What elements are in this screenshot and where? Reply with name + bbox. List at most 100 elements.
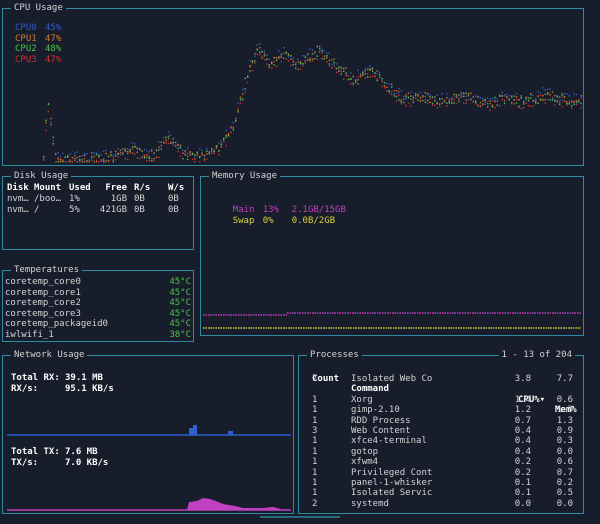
cpu-graph-dot [158,146,160,148]
cpu-graph-dot [201,154,203,156]
cpu-graph-dot [381,80,383,82]
process-command: Privileged Cont [351,467,433,478]
cpu-graph-dot [439,105,441,108]
process-row[interactable] [303,384,579,394]
cpu-graph-dot [43,159,45,161]
disk-cell: nvm… [7,194,29,204]
process-row[interactable]: 1 RDD Process 0.7 1.3 [303,416,579,426]
cpu-graph-dot [563,97,566,99]
process-row[interactable]: 1 Xorg 1.4 0.6 [303,395,579,405]
cpu-graph-dot [549,88,551,90]
cpu-graph-dot [143,155,146,158]
disk-cell: 0B [168,205,179,215]
cpu-graph-dot [319,51,321,54]
cpu-graph-dot [295,64,297,66]
cpu-graph-dot [398,91,400,93]
cpu-graph-dot [69,153,71,155]
cpu-graph-dot [508,98,510,100]
cpu-graph-dot [379,71,381,74]
cpu-graph-dot [403,98,405,100]
process-mem: 0.2 [556,478,573,488]
disk-header-row: Disk Mount Used Free R/s W/s [5,183,191,194]
cpu-graph-dot [131,148,134,150]
cpu-graph-dot [52,136,54,138]
process-row[interactable]: 1 panel-1-whisker 0.1 0.2 [303,478,579,488]
process-row[interactable]: 3 Web Content 0.4 0.9 [303,426,579,436]
cpu-graph-dot [530,105,532,107]
cpu-graph-dot [201,152,203,154]
cpu-graph-dot [398,94,400,96]
cpu-graph-dot [103,158,105,160]
cpu-graph-dot [415,93,417,95]
cpu-graph-dot [458,98,460,101]
cpu-graph-dot [280,60,282,63]
process-row[interactable]: 1 gotop 0.4 0.0 [303,447,579,457]
cpu-graph-dot [537,102,539,104]
cpu-graph-dot [88,161,90,163]
cpu-graph-dot [345,72,347,74]
cpu-graph-dot [304,56,306,58]
cpu-graph-dot [501,95,503,97]
cpu-graph-dot [335,67,338,70]
cpu-graph-dot [194,158,196,160]
cpu-graph-dot [424,92,426,94]
cpu-graph-dot [311,53,314,55]
cpu-graph-dot [184,154,186,156]
cpu-graph-dot [554,100,556,102]
cpu-graph-dot [263,53,266,55]
cpu-graph-dot [489,103,491,105]
cpu-graph-dot [127,147,129,150]
process-row[interactable]: 1 Privileged Cont 0.2 0.7 [303,468,579,478]
cpu-graph-dot [352,75,354,78]
process-row[interactable]: 1 gimp-2.10 1.2 1.3 [303,405,579,415]
cpu-graph-dot [88,159,90,161]
cpu-graph-dot [74,155,76,157]
cpu-graph-dot [515,98,518,101]
cpu-graph-dot [232,129,234,131]
temperature-value: 45°C [169,277,191,287]
cpu-graph-dot [93,161,95,163]
cpu-graph-dot [158,141,160,143]
process-row[interactable]: 1 Isolated Servic 0.1 0.5 [303,488,579,498]
cpu-graph-dot [256,49,258,51]
process-row[interactable]: 1 xfwm4 0.2 0.6 [303,457,579,467]
cpu-graph-dot [115,150,117,153]
cpu-graph-dot [220,140,222,142]
process-cpu: 0.2 [514,467,531,478]
cpu-graph-dot [309,58,311,61]
cpu-graph-dot [412,95,414,97]
cpu-graph-dot [446,97,448,99]
cpu-graph-dot [451,102,453,104]
cpu-graph-dot [57,152,59,154]
cpu-graph-dot [532,99,534,102]
cpu-graph-dot [410,105,412,107]
process-row[interactable]: 1 xfce4-terminal 0.4 0.3 [303,436,579,446]
cpu-graph-dot [287,53,290,55]
cpu-graph-dot [331,66,333,69]
cpu-graph-dot [225,129,227,131]
cpu-graph-dot [103,150,105,153]
cpu-graph-dot [369,68,371,70]
cpu-graph-dot [539,92,542,94]
cpu-graph-dot [419,91,422,93]
cpu-graph-dot [383,82,386,84]
cpu-graph-dot [559,100,561,102]
cpu-graph-dot [45,119,47,122]
cpu-graph-dot [443,100,446,102]
cpu-graph-dot [59,161,62,163]
process-row[interactable]: 2 systemd 0.0 0.0 [303,499,579,509]
process-count: 1 [312,436,318,447]
cpu-graph-dot [487,97,489,99]
cpu-graph-dot [57,161,59,163]
cpu-graph-dot [477,95,479,98]
cpu-graph-dot [103,159,105,161]
process-row[interactable]: 7 Isolated Web Co 3.8 7.7 [303,374,579,384]
cpu-graph-dot [496,104,498,106]
cpu-graph-dot [196,154,198,157]
cpu-graph-dot [146,160,148,162]
cpu-graph-dot [551,91,554,93]
cpu-graph-dot [105,149,107,151]
cpu-graph-dot [415,95,417,97]
cpu-graph-dot [261,51,263,53]
cpu-graph-dot [431,102,434,105]
